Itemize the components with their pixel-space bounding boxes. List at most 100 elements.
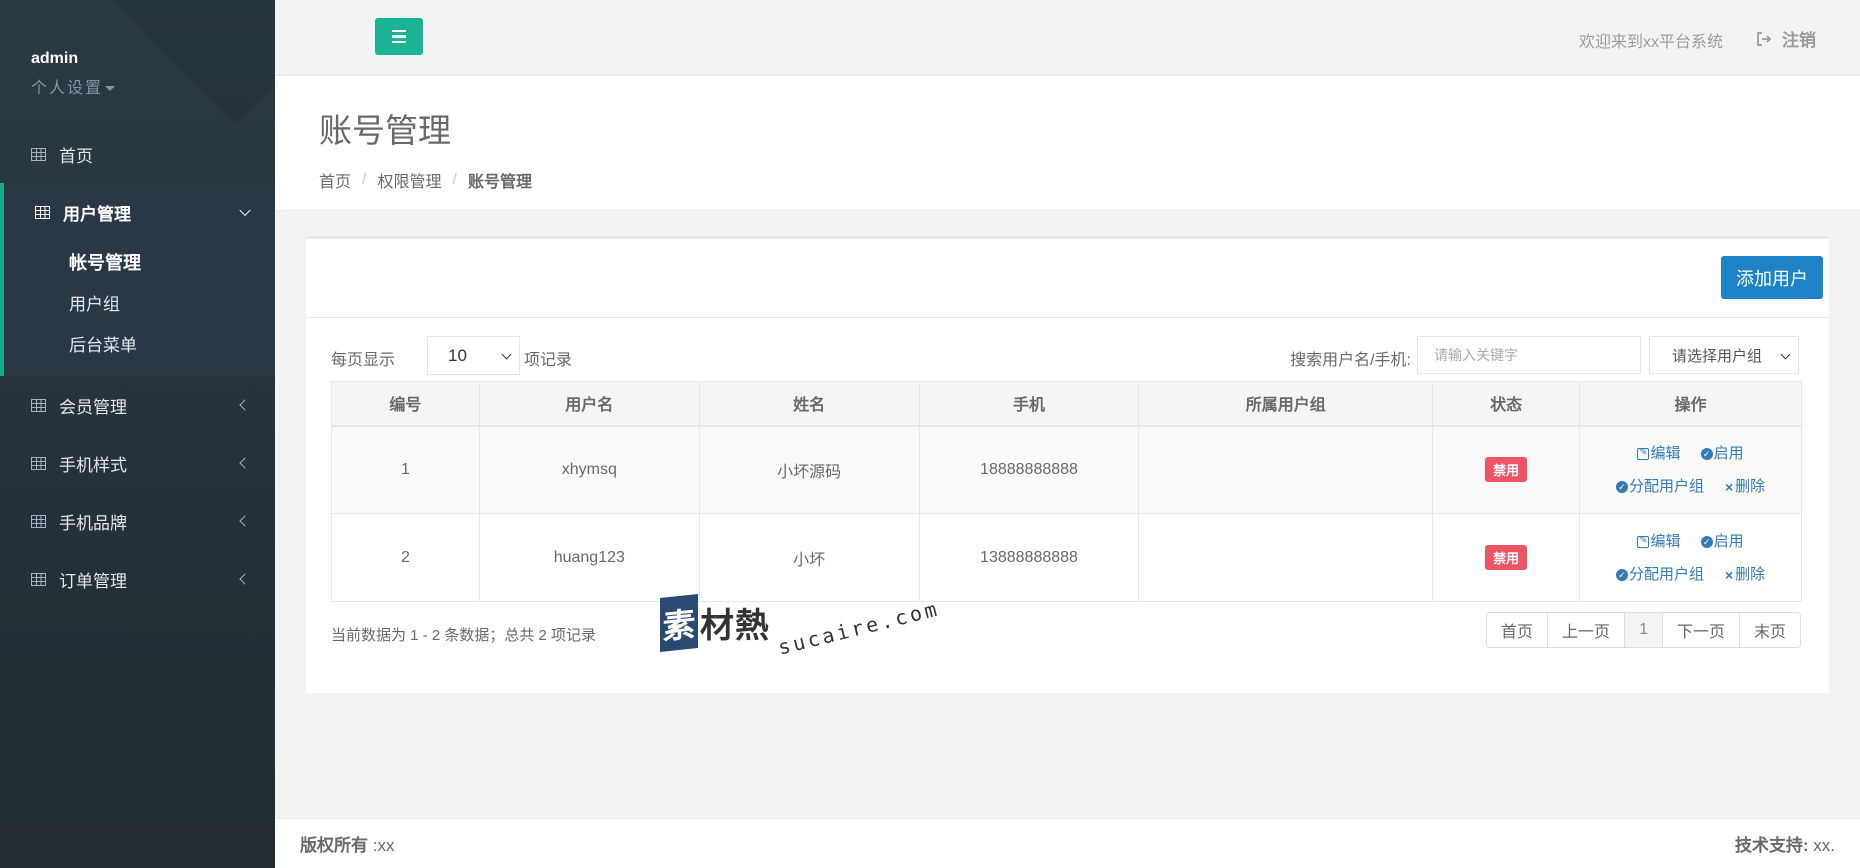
cell-id: 1: [331, 425, 480, 514]
table-summary: 当前数据为 1 - 2 条数据；总共 2 项记录: [331, 627, 597, 644]
pager-page-1[interactable]: 1: [1624, 613, 1662, 647]
edit-icon: ✎: [1637, 446, 1650, 460]
pager-prev[interactable]: 上一页: [1547, 613, 1625, 647]
cell-phone: 13888888888: [918, 513, 1140, 602]
sidebar-item-label: 手机样式: [59, 455, 127, 475]
cell-ops: ✎ 编辑 ✓ 启用 ✓ 分配用户组 × 删除: [1579, 513, 1802, 602]
assign-group-link[interactable]: ✓ 分配用户组: [1615, 477, 1704, 495]
table-icon: [31, 147, 46, 161]
footer-copyright: 版权所有 :xx: [300, 831, 394, 856]
delete-label: 删除: [1735, 565, 1766, 583]
topbar: 欢迎来到xx平台系统 注销: [275, 0, 1860, 76]
edit-label: 编辑: [1650, 444, 1681, 462]
user-group-select[interactable]: 请选择用户组: [1649, 336, 1799, 374]
col-header-group[interactable]: 所属用户组: [1138, 381, 1434, 427]
delete-link[interactable]: × 删除: [1724, 566, 1765, 583]
hamburger-icon: [392, 40, 406, 44]
sidebar-item-phone-brand[interactable]: 手机品牌: [0, 492, 275, 550]
close-icon: ×: [1725, 566, 1734, 583]
profile-settings-label: 个人设置: [31, 80, 104, 97]
edit-link[interactable]: ✎ 编辑: [1637, 445, 1680, 462]
profile-settings-dropdown[interactable]: 个人设置: [31, 74, 275, 98]
table-toolbar: 每页显示 10 项记录 搜索用户名/手机: 请输入关键字 请选择用户组: [331, 336, 1801, 376]
table-icon: [31, 398, 46, 412]
enable-label: 启用: [1713, 532, 1744, 550]
sidebar-item-label: 用户管理: [63, 204, 131, 224]
panel-header: 添加用户: [306, 239, 1829, 318]
perpage-select[interactable]: 10: [427, 336, 520, 375]
watermark-text: 材熱: [700, 607, 770, 645]
profile-name: admin: [31, 50, 79, 67]
cell-status: 禁用: [1432, 425, 1581, 514]
col-header-id[interactable]: 编号: [331, 381, 480, 427]
edit-icon: ✎: [1637, 534, 1650, 548]
breadcrumb-separator: /: [452, 171, 457, 188]
status-badge: 禁用: [1485, 545, 1528, 570]
sidebar-item-label: 会员管理: [59, 397, 127, 417]
delete-link[interactable]: × 删除: [1724, 478, 1765, 495]
records-label: 项记录: [524, 352, 573, 369]
col-header-name[interactable]: 姓名: [698, 381, 920, 427]
caret-down-icon: [105, 86, 116, 92]
check-circle-icon: ✓: [1700, 447, 1713, 460]
hamburger-icon: [392, 29, 406, 33]
breadcrumb: 首页 / 权限管理 / 账号管理: [319, 168, 1860, 192]
assign-group-link[interactable]: ✓ 分配用户组: [1615, 566, 1704, 583]
sidebar-item-order-mgmt[interactable]: 订单管理: [0, 550, 275, 608]
sidebar-subitem-admin-menu[interactable]: 后台菜单: [4, 323, 275, 364]
col-header-phone[interactable]: 手机: [918, 381, 1140, 427]
chevron-left-icon: [239, 573, 251, 585]
sidebar-subitem-account-mgmt[interactable]: 帐号管理: [4, 241, 275, 282]
cell-id: 2: [331, 513, 480, 602]
sidebar-item-phone-style[interactable]: 手机样式: [0, 434, 275, 492]
enable-link[interactable]: ✓ 启用: [1700, 532, 1744, 550]
table-icon: [31, 514, 46, 528]
cell-phone: 18888888888: [918, 425, 1140, 514]
delete-label: 删除: [1735, 477, 1766, 495]
cell-username: huang123: [478, 513, 700, 602]
cell-name: 小坏源码: [698, 425, 920, 514]
cell-group: [1138, 425, 1434, 514]
menu-toggle-button[interactable]: [375, 18, 423, 55]
copyright-value: :xx: [372, 836, 395, 855]
chevron-left-icon: [239, 399, 251, 411]
status-badge: 禁用: [1485, 457, 1528, 483]
breadcrumb-current: 账号管理: [467, 174, 532, 191]
sidebar-item-label: 订单管理: [59, 571, 127, 591]
cell-group: [1138, 513, 1434, 602]
perpage-value: 10: [448, 345, 467, 365]
search-label: 搜索用户名/手机:: [1290, 352, 1411, 369]
pager-last[interactable]: 末页: [1738, 613, 1800, 647]
add-user-button[interactable]: 添加用户: [1721, 256, 1823, 299]
sidebar-item-home[interactable]: 首页: [0, 125, 275, 183]
close-icon: ×: [1725, 478, 1734, 495]
table-row: 1 xhymsq 小坏源码 18888888888 禁用 ✎ 编辑 ✓ 启用 ✓ 分配…: [331, 425, 1802, 514]
enable-link[interactable]: ✓ 启用: [1700, 445, 1744, 462]
logout-button[interactable]: 注销: [1756, 26, 1816, 51]
col-header-ops: 操作: [1579, 381, 1802, 427]
edit-link[interactable]: ✎ 编辑: [1637, 533, 1680, 550]
breadcrumb-permission[interactable]: 权限管理: [377, 168, 441, 192]
edit-label: 编辑: [1650, 532, 1681, 550]
submenu-user-mgmt: 帐号管理 用户组 后台菜单: [4, 241, 275, 376]
search-input[interactable]: 请输入关键字: [1417, 336, 1641, 374]
assign-group-label: 分配用户组: [1628, 477, 1704, 495]
sidebar-subitem-user-group[interactable]: 用户组: [4, 282, 275, 323]
col-header-status[interactable]: 状态: [1432, 381, 1581, 427]
accounts-table: 编号 用户名 姓名 手机 所属用户组 状态 操作 1 xhymsq 小坏源码 1…: [331, 381, 1802, 602]
cell-status: 禁用: [1432, 513, 1581, 602]
copyright-label: 版权所有: [300, 836, 368, 855]
sidebar-item-user-mgmt[interactable]: 用户管理: [4, 183, 275, 241]
support-label: 技术支持:: [1734, 836, 1809, 855]
breadcrumb-home[interactable]: 首页: [319, 168, 351, 192]
page-heading: 账号管理 首页 / 权限管理 / 账号管理: [275, 76, 1860, 211]
watermark-logo: 素 材熱 sucaire.com: [660, 594, 942, 660]
check-circle-icon: ✓: [1700, 535, 1713, 548]
sidebar-item-label: 手机品牌: [59, 513, 127, 533]
content-panel: 添加用户 每页显示 10 项记录 搜索用户名/手机: 请输入关键字 请选择用户组…: [306, 236, 1829, 693]
welcome-text: 欢迎来到xx平台系统: [1578, 34, 1723, 51]
pager-first[interactable]: 首页: [1487, 613, 1548, 647]
sidebar-item-member-mgmt[interactable]: 会员管理: [0, 376, 275, 434]
col-header-username[interactable]: 用户名: [478, 381, 700, 427]
pager-next[interactable]: 下一页: [1661, 613, 1739, 647]
